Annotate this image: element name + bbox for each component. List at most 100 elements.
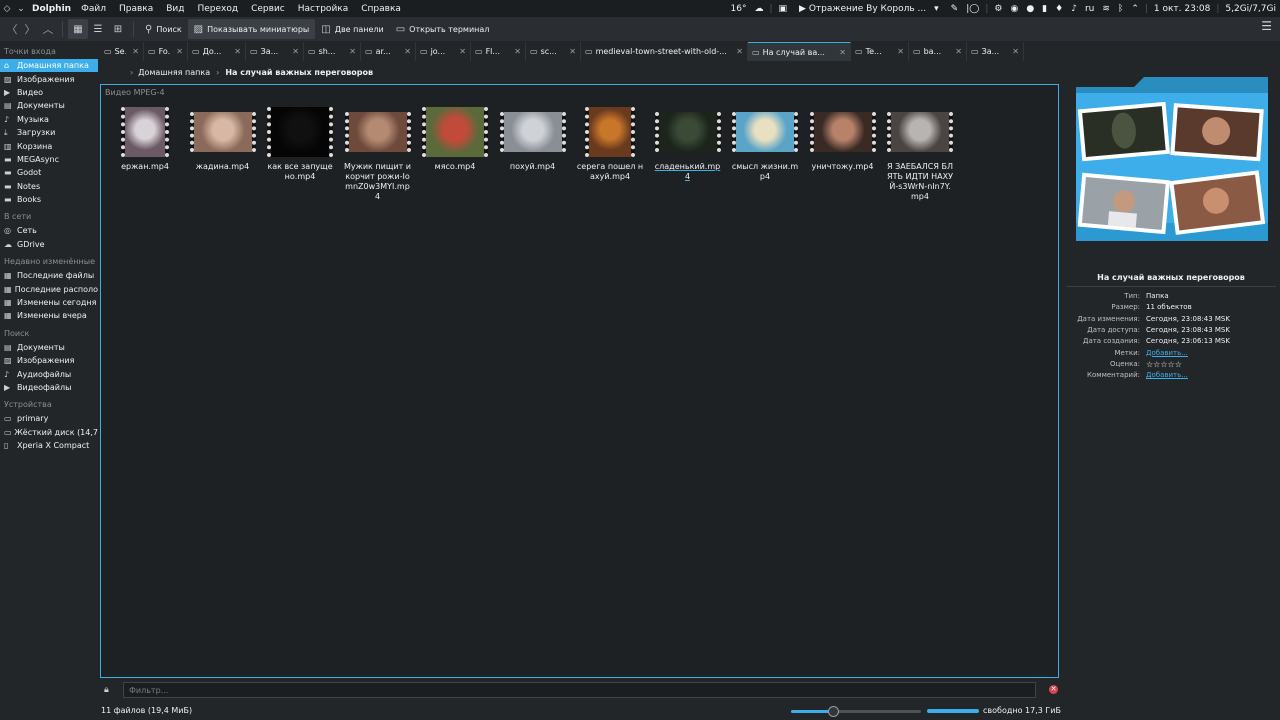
clipboard-icon[interactable]: ▣ [779,4,788,14]
close-icon[interactable]: ✕ [459,47,466,56]
tray-expand-icon[interactable]: ⌃ [1131,4,1139,14]
settings-tray-icon[interactable]: ⚙ [994,4,1002,14]
file-item[interactable]: сладенький.mp4 [654,105,722,182]
file-item[interactable]: как все запущено.mp4 [266,105,334,182]
hamburger-menu-icon[interactable]: ☰ [1261,19,1272,33]
browser-icon[interactable]: ● [1026,4,1034,14]
update-icon[interactable]: ◉ [1010,4,1018,14]
sidebar-item[interactable]: ▥ Корзина [0,139,98,152]
bulb-icon[interactable]: ♦ [1055,4,1063,14]
filter-input[interactable] [123,682,1036,698]
screen-toggle-icon[interactable]: |◯ [966,4,979,14]
menu-file[interactable]: Файл [81,4,106,14]
close-icon[interactable]: ✕ [132,47,139,56]
sidebar-item[interactable]: ▬ Godot [0,166,98,179]
sidebar-item[interactable]: ☁ GDrive [0,238,98,251]
sidebar-item[interactable]: ▦ Последние располо [0,282,98,295]
tab[interactable]: ▭ sc... ✕ [526,42,581,61]
clock[interactable]: 1 окт. 23:08 [1154,4,1210,14]
tab[interactable]: ▭ sh... ✕ [304,42,361,61]
sidebar-item[interactable]: ▤ Документы [0,341,98,354]
file-item[interactable]: уничтожу.mp4 [809,105,877,172]
close-icon[interactable]: ✕ [234,47,241,56]
sidebar-item[interactable]: ♪ Музыка [0,113,98,126]
battery-icon[interactable]: ▮ [1042,4,1047,14]
tab[interactable]: ▭ Fl... ✕ [471,42,526,61]
window-menu-icon[interactable]: ◇ [0,4,14,14]
sidebar-item[interactable]: ▨ Изображения [0,72,98,85]
tab[interactable]: ▭ ba... ✕ [909,42,967,61]
rating-stars[interactable]: ☆☆☆☆☆ [1146,360,1182,371]
close-icon[interactable]: ✕ [736,47,743,56]
weather-temperature[interactable]: 16° [731,4,747,14]
sidebar-item[interactable]: ▭ primary [0,412,98,425]
sidebar-item[interactable]: ▶ Видео [0,86,98,99]
menu-edit[interactable]: Правка [119,4,153,14]
file-item[interactable]: жадина.mp4 [189,105,257,172]
tab[interactable]: ▭ За... ✕ [246,42,304,61]
wifi-icon[interactable]: ≋ [1102,4,1110,14]
sidebar-item[interactable]: ⤓ Загрузки [0,126,98,139]
close-icon[interactable]: ✕ [569,47,576,56]
zoom-slider-handle[interactable] [827,706,839,717]
up-button[interactable]: ︿ [39,19,57,39]
color-picker-icon[interactable]: ✎ [951,4,959,14]
file-item[interactable]: похуй.mp4 [499,105,567,172]
zoom-slider[interactable] [791,706,921,717]
back-button[interactable]: 〈 [3,19,21,39]
info-add-link[interactable]: Добавить... [1146,371,1188,382]
keyboard-layout[interactable]: ru [1085,4,1094,14]
open-terminal-button[interactable]: ▭ Открыть терминал [390,19,496,39]
close-icon[interactable]: ✕ [514,47,521,56]
tab[interactable]: ▭ На случай ва... ✕ [748,42,851,61]
close-icon[interactable]: ✕ [176,47,183,56]
sidebar-item[interactable]: ▬ Books [0,193,98,206]
bluetooth-icon[interactable]: ᛒ [1118,4,1123,14]
breadcrumb-home[interactable]: Домашняя папка [138,68,210,77]
close-icon[interactable]: ✕ [1012,47,1019,56]
tab[interactable]: ▭ jo... ✕ [416,42,471,61]
close-icon[interactable]: ✕ [1049,685,1058,694]
memory-monitor[interactable]: 5,2Gi/7,7Gi [1225,4,1276,14]
show-thumbnails-button[interactable]: ▨ Показывать миниатюры [187,19,316,39]
chevron-down-icon[interactable]: ⌄ [14,4,28,14]
lock-icon[interactable]: 🔒︎ [104,685,118,695]
icons-view-button[interactable]: ▦ [68,19,88,39]
close-icon[interactable]: ✕ [839,48,846,57]
forward-button[interactable]: 〉 [21,19,39,39]
sidebar-item[interactable]: ▦ Изменены вчера [0,309,98,322]
sidebar-item[interactable]: ▤ Документы [0,99,98,112]
volume-icon[interactable]: ♪ [1071,4,1077,14]
search-button[interactable]: ⚲ Поиск [139,19,188,39]
tab[interactable]: ▭ Te... ✕ [851,42,909,61]
menu-view[interactable]: Вид [166,4,184,14]
tab[interactable]: ▭ За... ✕ [967,42,1024,61]
menu-tools[interactable]: Сервис [251,4,285,14]
close-icon[interactable]: ✕ [292,47,299,56]
media-player-widget[interactable]: ▶ Отражение By Король ... ▾ [795,4,943,14]
split-view-button[interactable]: ◫ Две панели [315,19,389,39]
breadcrumb-current[interactable]: На случай важных переговоров [225,68,373,77]
sidebar-item[interactable]: ⌂ Домашняя папка [0,59,98,73]
file-item[interactable]: смысл жизни.mp4 [731,105,799,182]
file-item[interactable]: Я ЗАЕБАЛСЯ БЛЯТЬ ИДТИ НАХУЙ-s3WrN-nIn7Y.… [886,105,954,202]
sidebar-item[interactable]: ▨ Изображения [0,354,98,367]
menu-go[interactable]: Переход [197,4,238,14]
tab[interactable]: ▭Se... ✕ [100,42,144,61]
details-view-button[interactable]: ⊞ [108,19,128,39]
compact-view-button[interactable]: ☰ [88,19,108,39]
file-item[interactable]: Мужик пищит и корчит рожи-IomnZ0w3MYI.mp… [344,105,412,202]
file-view[interactable]: Видео MPEG-4 ержан.mp4 жадина.mp4 как все … [100,84,1059,678]
file-item[interactable]: серега пошел нахуй.mp4 [576,105,644,182]
tab[interactable]: ▭ ar... ✕ [361,42,416,61]
sidebar-item[interactable]: ▬ MEGAsync [0,153,98,166]
close-icon[interactable]: ✕ [955,47,962,56]
tab[interactable]: ▭Fo... ✕ [144,42,188,61]
file-item[interactable]: мясо.mp4 [421,105,489,172]
menu-settings[interactable]: Настройка [298,4,349,14]
sidebar-item[interactable]: ▶ Видеофайлы [0,381,98,394]
close-icon[interactable]: ✕ [897,47,904,56]
file-item[interactable]: ержан.mp4 [111,105,179,172]
info-add-link[interactable]: Добавить... [1146,349,1188,360]
tab[interactable]: ▭ medieval-town-street-with-old-... ✕ [581,42,748,61]
